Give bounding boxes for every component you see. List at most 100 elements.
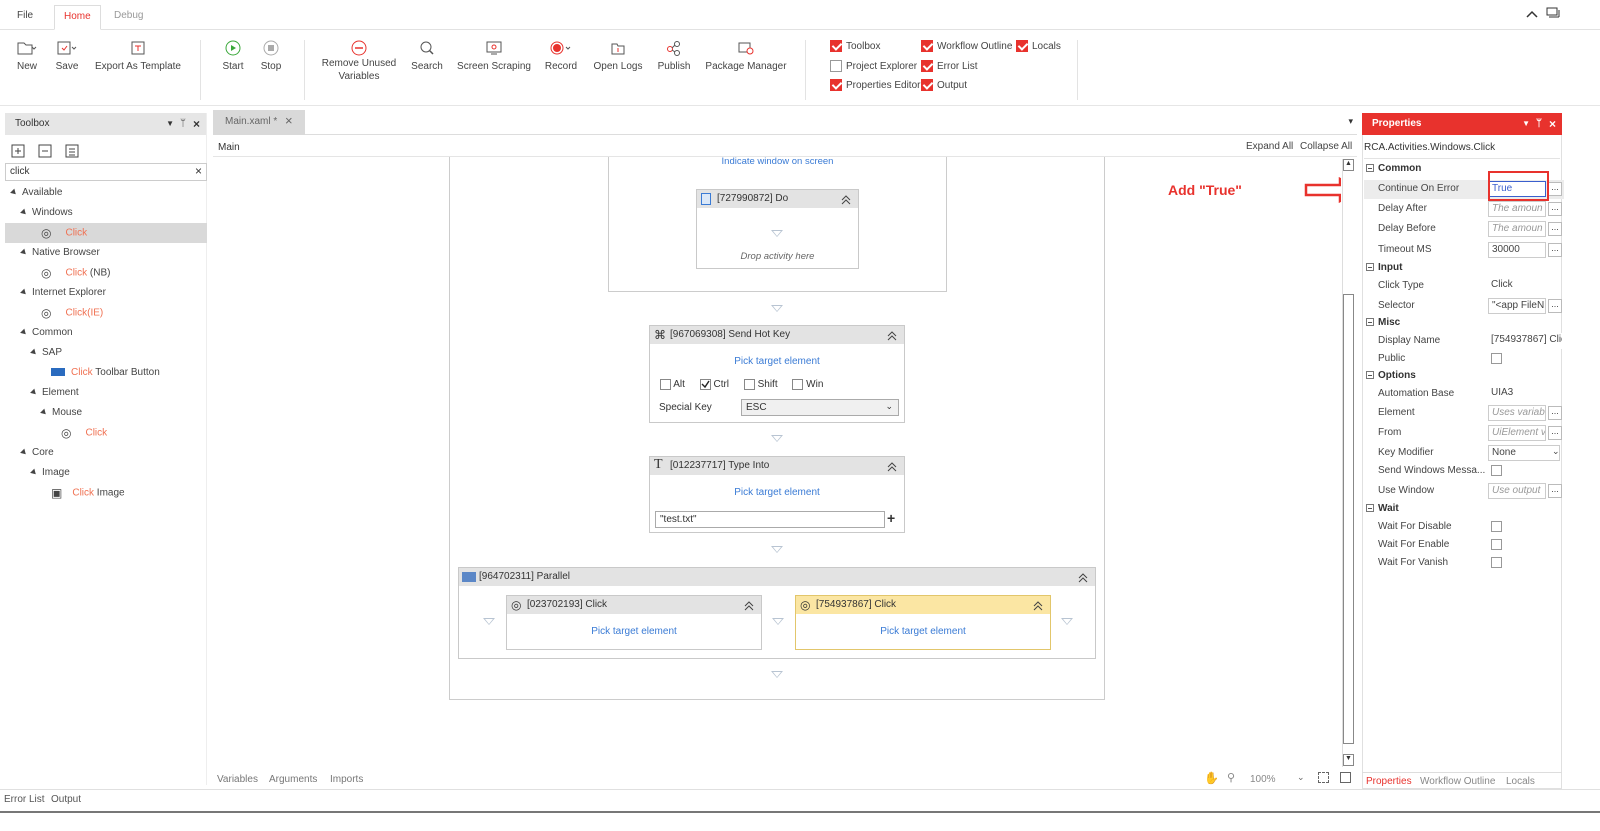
alt-checkbox[interactable]: [660, 379, 671, 390]
shift-checkbox[interactable]: [743, 379, 755, 390]
save-button[interactable]: Save: [52, 36, 82, 73]
locals-checkbox[interactable]: [1016, 40, 1028, 52]
prop-click-type[interactable]: Click Type Click: [1364, 277, 1564, 296]
zoom-dropdown-icon[interactable]: ⌄: [1297, 772, 1305, 783]
prop-use-window[interactable]: Use Window Use output...: [1364, 482, 1564, 501]
ellipsis-button[interactable]: ...: [1548, 243, 1562, 257]
key-modifier-select[interactable]: None: [1488, 445, 1560, 461]
tree-click-nb[interactable]: ◎ Click (NB): [5, 263, 207, 283]
send-hot-key-activity[interactable]: ⌘ [967069308] Send Hot Key Pick target e…: [649, 325, 905, 423]
remove-unused-variables-button[interactable]: Remove Unused Variables: [318, 36, 400, 83]
toggle-workflow-outline[interactable]: Workflow Outline: [921, 40, 1012, 52]
prop-display-name[interactable]: Display Name [754937867] Clic: [1364, 332, 1564, 351]
ellipsis-button[interactable]: ...: [1548, 299, 1562, 313]
pick-target-link[interactable]: Pick target element: [650, 356, 904, 367]
prop-send-windows-messages[interactable]: Send Windows Messa...: [1364, 462, 1564, 481]
click-activity-1[interactable]: ◎ [023702193] Click Pick target element: [506, 595, 762, 650]
special-key-select[interactable]: ESC ⌄: [741, 399, 899, 416]
expand-all-icon[interactable]: [11, 144, 25, 158]
prop-delay-before[interactable]: Delay Before The amoun...: [1364, 220, 1564, 239]
collapse-icon[interactable]: [1032, 599, 1044, 611]
ellipsis-button[interactable]: ...: [1548, 484, 1562, 498]
canvas-scrollbar[interactable]: ▲ ▼: [1342, 159, 1354, 767]
tab-main-xaml[interactable]: Main.xaml * ×: [213, 110, 305, 135]
clear-search-icon[interactable]: ×: [195, 164, 202, 178]
overview-icon[interactable]: [1340, 772, 1351, 783]
workflow-canvas[interactable]: Indicate window on screen [727990872] Do…: [213, 157, 1341, 767]
toolbox-checkbox[interactable]: [830, 40, 842, 52]
win-checkbox[interactable]: [792, 379, 804, 390]
menu-home-tab[interactable]: Home: [54, 5, 101, 30]
prop-delay-after[interactable]: Delay After The amoun...: [1364, 200, 1564, 219]
prop-element[interactable]: Element Uses variab...: [1364, 404, 1564, 423]
pick-target-link[interactable]: Pick target element: [650, 487, 904, 498]
type-into-activity[interactable]: T [012237717] Type Into Pick target elem…: [649, 456, 905, 533]
wait-for-enable-checkbox[interactable]: [1491, 539, 1502, 550]
breadcrumb[interactable]: Main: [218, 142, 240, 153]
tree-image[interactable]: Image: [5, 463, 207, 483]
fit-screen-icon[interactable]: [1318, 772, 1329, 783]
pan-hand-icon[interactable]: ✋: [1204, 771, 1219, 785]
menu-file[interactable]: File: [8, 5, 42, 30]
workflow-outline-checkbox[interactable]: [921, 40, 933, 52]
tabs-menu-icon[interactable]: ▾: [1348, 116, 1353, 127]
package-manager-button[interactable]: Package Manager: [704, 36, 788, 73]
notifications-icon[interactable]: [1546, 7, 1560, 20]
prop-selector[interactable]: Selector "<app FileN...: [1364, 297, 1564, 316]
properties-close-icon[interactable]: ×: [1549, 113, 1556, 135]
toolbox-close-icon[interactable]: ×: [193, 113, 200, 135]
wait-for-disable-checkbox[interactable]: [1491, 521, 1502, 532]
list-view-icon[interactable]: [65, 144, 79, 158]
wait-for-vanish-checkbox[interactable]: [1491, 557, 1502, 568]
tree-windows-click[interactable]: ◎ Click: [5, 223, 207, 243]
prop-from[interactable]: From UiElement v...: [1364, 424, 1564, 443]
menu-debug-tab[interactable]: Debug: [105, 5, 152, 30]
tab-locals[interactable]: Locals: [1506, 776, 1535, 787]
zoom-level[interactable]: 100%: [1250, 774, 1276, 785]
prop-timeout-ms[interactable]: Timeout MS 30000...: [1364, 241, 1564, 260]
properties-dropdown-icon[interactable]: ▼: [1522, 113, 1530, 135]
arguments-tab[interactable]: Arguments: [269, 774, 317, 785]
tree-native-browser[interactable]: Native Browser: [5, 243, 207, 263]
stop-button[interactable]: Stop: [256, 36, 286, 73]
toggle-output[interactable]: Output: [921, 79, 967, 91]
toggle-toolbox[interactable]: Toolbox: [830, 40, 880, 52]
toggle-locals[interactable]: Locals: [1016, 40, 1061, 52]
error-list-tab[interactable]: Error List: [4, 794, 45, 805]
pick-target-link[interactable]: Pick target element: [796, 626, 1050, 637]
collapse-all-link[interactable]: Collapse All: [1300, 141, 1352, 152]
close-tab-icon[interactable]: ×: [285, 113, 293, 128]
send-windows-messages-checkbox[interactable]: [1491, 465, 1502, 476]
toggle-project-explorer[interactable]: Project Explorer: [830, 60, 917, 72]
add-expression-icon[interactable]: +: [887, 510, 895, 526]
type-into-text-input[interactable]: "test.txt": [655, 511, 885, 528]
public-checkbox[interactable]: [1491, 353, 1502, 364]
tree-click-image[interactable]: ▣ Click Image: [5, 483, 207, 503]
output-checkbox[interactable]: [921, 79, 933, 91]
category-input[interactable]: Input: [1364, 262, 1402, 278]
ctrl-checkbox[interactable]: [699, 379, 711, 390]
properties-editor-checkbox[interactable]: [830, 79, 842, 91]
prop-wait-for-vanish[interactable]: Wait For Vanish: [1364, 554, 1564, 573]
error-list-checkbox[interactable]: [921, 60, 933, 72]
tree-mouse-click[interactable]: ◎ Click: [5, 423, 207, 443]
prop-automation-base[interactable]: Automation Base UIA3: [1364, 385, 1564, 404]
search-button[interactable]: Search: [408, 36, 446, 73]
pick-target-link[interactable]: Pick target element: [507, 626, 761, 637]
toolbox-dropdown-icon[interactable]: ▼: [166, 113, 174, 135]
publish-button[interactable]: Publish: [654, 36, 694, 73]
tree-click-ie[interactable]: ◎ Click(IE): [5, 303, 207, 323]
category-common[interactable]: Common: [1364, 163, 1421, 179]
do-activity[interactable]: [727990872] Do Drop activity here: [696, 189, 859, 269]
category-wait[interactable]: Wait: [1364, 503, 1399, 519]
tab-properties[interactable]: Properties: [1366, 776, 1412, 787]
new-button[interactable]: New: [10, 36, 44, 73]
variables-tab[interactable]: Variables: [217, 774, 258, 785]
toolbox-pin-icon[interactable]: ᛘ: [180, 113, 186, 135]
prop-key-modifier[interactable]: Key Modifier None ⌄: [1364, 444, 1564, 463]
tree-internet-explorer[interactable]: Internet Explorer: [5, 283, 207, 303]
screen-scraping-button[interactable]: Screen Scraping: [456, 36, 532, 73]
tree-common[interactable]: Common: [5, 323, 207, 343]
export-as-template-button[interactable]: Export As Template: [94, 36, 182, 73]
project-explorer-checkbox[interactable]: [830, 60, 842, 72]
